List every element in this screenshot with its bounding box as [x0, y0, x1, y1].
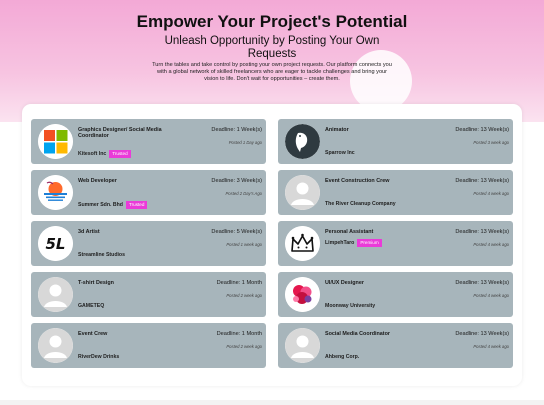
default-avatar-icon: [38, 328, 73, 363]
svg-text:5L: 5L: [46, 235, 66, 253]
job-title: Event Crew: [78, 331, 108, 337]
job-title: 3d Artist: [78, 229, 100, 235]
request-card[interactable]: Event Construction Crew The River Cleanu…: [278, 170, 513, 215]
posted-time: Posted 2 week ago: [226, 293, 262, 298]
sparrow-logo-icon: [285, 124, 320, 159]
5l-logo-icon: 5L: [38, 226, 73, 261]
deadline: Deadline: 1 Month: [216, 331, 262, 337]
microsoft-logo-icon: [38, 124, 73, 159]
job-title: Personal Assistant: [325, 229, 374, 235]
posted-time: Posted 2 week ago: [226, 344, 262, 349]
page-title: Empower Your Project's Potential: [136, 12, 408, 31]
request-card[interactable]: 5L 3d Artist Streamline Studios Deadline…: [31, 221, 266, 266]
request-card[interactable]: Animator Sparrow Inc Deadline: 13 Week(s…: [278, 119, 513, 164]
posted-time: Posted 4 week ago: [473, 242, 509, 247]
deadline: Deadline: 3 Week(s): [211, 178, 262, 184]
request-card[interactable]: Personal Assistant LimpehTaro Premium De…: [278, 221, 513, 266]
company-name: LimpehTaro Premium: [325, 239, 382, 247]
deadline: Deadline: 13 Week(s): [455, 127, 509, 133]
request-card[interactable]: Web Developer Summer Sdn. Bhd Trusted De…: [31, 170, 266, 215]
deadline: Deadline: 1 Month: [216, 280, 262, 286]
posted-time: Posted 4 week ago: [473, 344, 509, 349]
page-subtitle: Unleash Opportunity by Posting Your Own …: [164, 35, 380, 60]
trusted-badge: Trusted: [125, 201, 148, 209]
job-title: Web Developer: [78, 178, 117, 184]
posted-time: Posted 1 Day ago: [228, 140, 262, 145]
deadline: Deadline: 13 Week(s): [455, 178, 509, 184]
deadline: Deadline: 13 Week(s): [455, 280, 509, 286]
deadline: Deadline: 13 Week(s): [455, 331, 509, 337]
company-label: Ahbeng Corp.: [325, 354, 360, 360]
company-label: Moonway University: [325, 303, 376, 309]
premium-badge: Premium: [357, 239, 382, 247]
company-label: Summer Sdn. Bhd: [78, 201, 123, 208]
company-name: RiverDew Drinks: [78, 354, 119, 360]
summer-sunset-logo-icon: [38, 175, 73, 210]
posted-time: Posted 1 week ago: [226, 242, 262, 247]
deadline: Deadline: 13 Week(s): [455, 229, 509, 235]
request-card[interactable]: Event Crew RiverDew Drinks Deadline: 1 M…: [31, 323, 266, 368]
company-label: Sparrow Inc: [325, 150, 355, 156]
footer-strip: [0, 400, 544, 405]
company-name: Ahbeng Corp.: [325, 354, 359, 360]
default-avatar-icon: [285, 175, 320, 210]
request-card[interactable]: Social Media Coordinator Ahbeng Corp. De…: [278, 323, 513, 368]
company-name: Streamline Studios: [78, 252, 125, 258]
flower-logo-icon: [285, 277, 320, 312]
request-card[interactable]: T-shirt Design GAMETEQ Deadline: 1 Month…: [31, 272, 266, 317]
posted-time: Posted 4 week ago: [473, 293, 509, 298]
posted-time: Posted 2 Day's Ago: [225, 191, 263, 196]
posted-time: Posted 3 week ago: [473, 140, 509, 145]
company-label: GAMETEQ: [78, 303, 105, 309]
page-description: Turn the tables and take control by post…: [152, 62, 392, 83]
posted-time: Posted 4 week ago: [473, 191, 509, 196]
deadline: Deadline: 1 Week(s): [211, 127, 262, 133]
company-name: The River Cleanup Company: [325, 201, 396, 207]
trusted-badge: Trusted: [109, 150, 131, 158]
company-name: Kitesoft Inc Trusted: [78, 150, 131, 158]
job-title: Graphics Designer/ Social Media Coordina…: [78, 127, 162, 140]
company-label: Streamline Studios: [78, 252, 125, 258]
crown-logo-icon: [285, 226, 320, 261]
job-title: T-shirt Design: [78, 280, 114, 286]
job-title: Animator: [325, 127, 349, 133]
company-label: The River Cleanup Company: [325, 201, 396, 207]
company-name: Summer Sdn. Bhd Trusted: [78, 201, 148, 209]
job-title: Event Construction Crew: [325, 178, 390, 184]
job-title: Social Media Coordinator: [325, 331, 390, 337]
company-name: Moonway University: [325, 303, 375, 309]
company-name: GAMETEQ: [78, 303, 104, 309]
request-card[interactable]: Graphics Designer/ Social Media Coordina…: [31, 119, 266, 164]
request-card[interactable]: UI/UX Designer Moonway University Deadli…: [278, 272, 513, 317]
job-title: UI/UX Designer: [325, 280, 364, 286]
company-name: Sparrow Inc: [325, 150, 355, 156]
company-label: RiverDew Drinks: [78, 354, 120, 360]
default-avatar-icon: [38, 277, 73, 312]
requests-panel: Graphics Designer/ Social Media Coordina…: [22, 104, 522, 386]
company-label: LimpehTaro: [325, 239, 355, 246]
company-label: Kitesoft Inc: [78, 150, 107, 157]
default-avatar-icon: [285, 328, 320, 363]
deadline: Deadline: 5 Week(s): [211, 229, 262, 235]
